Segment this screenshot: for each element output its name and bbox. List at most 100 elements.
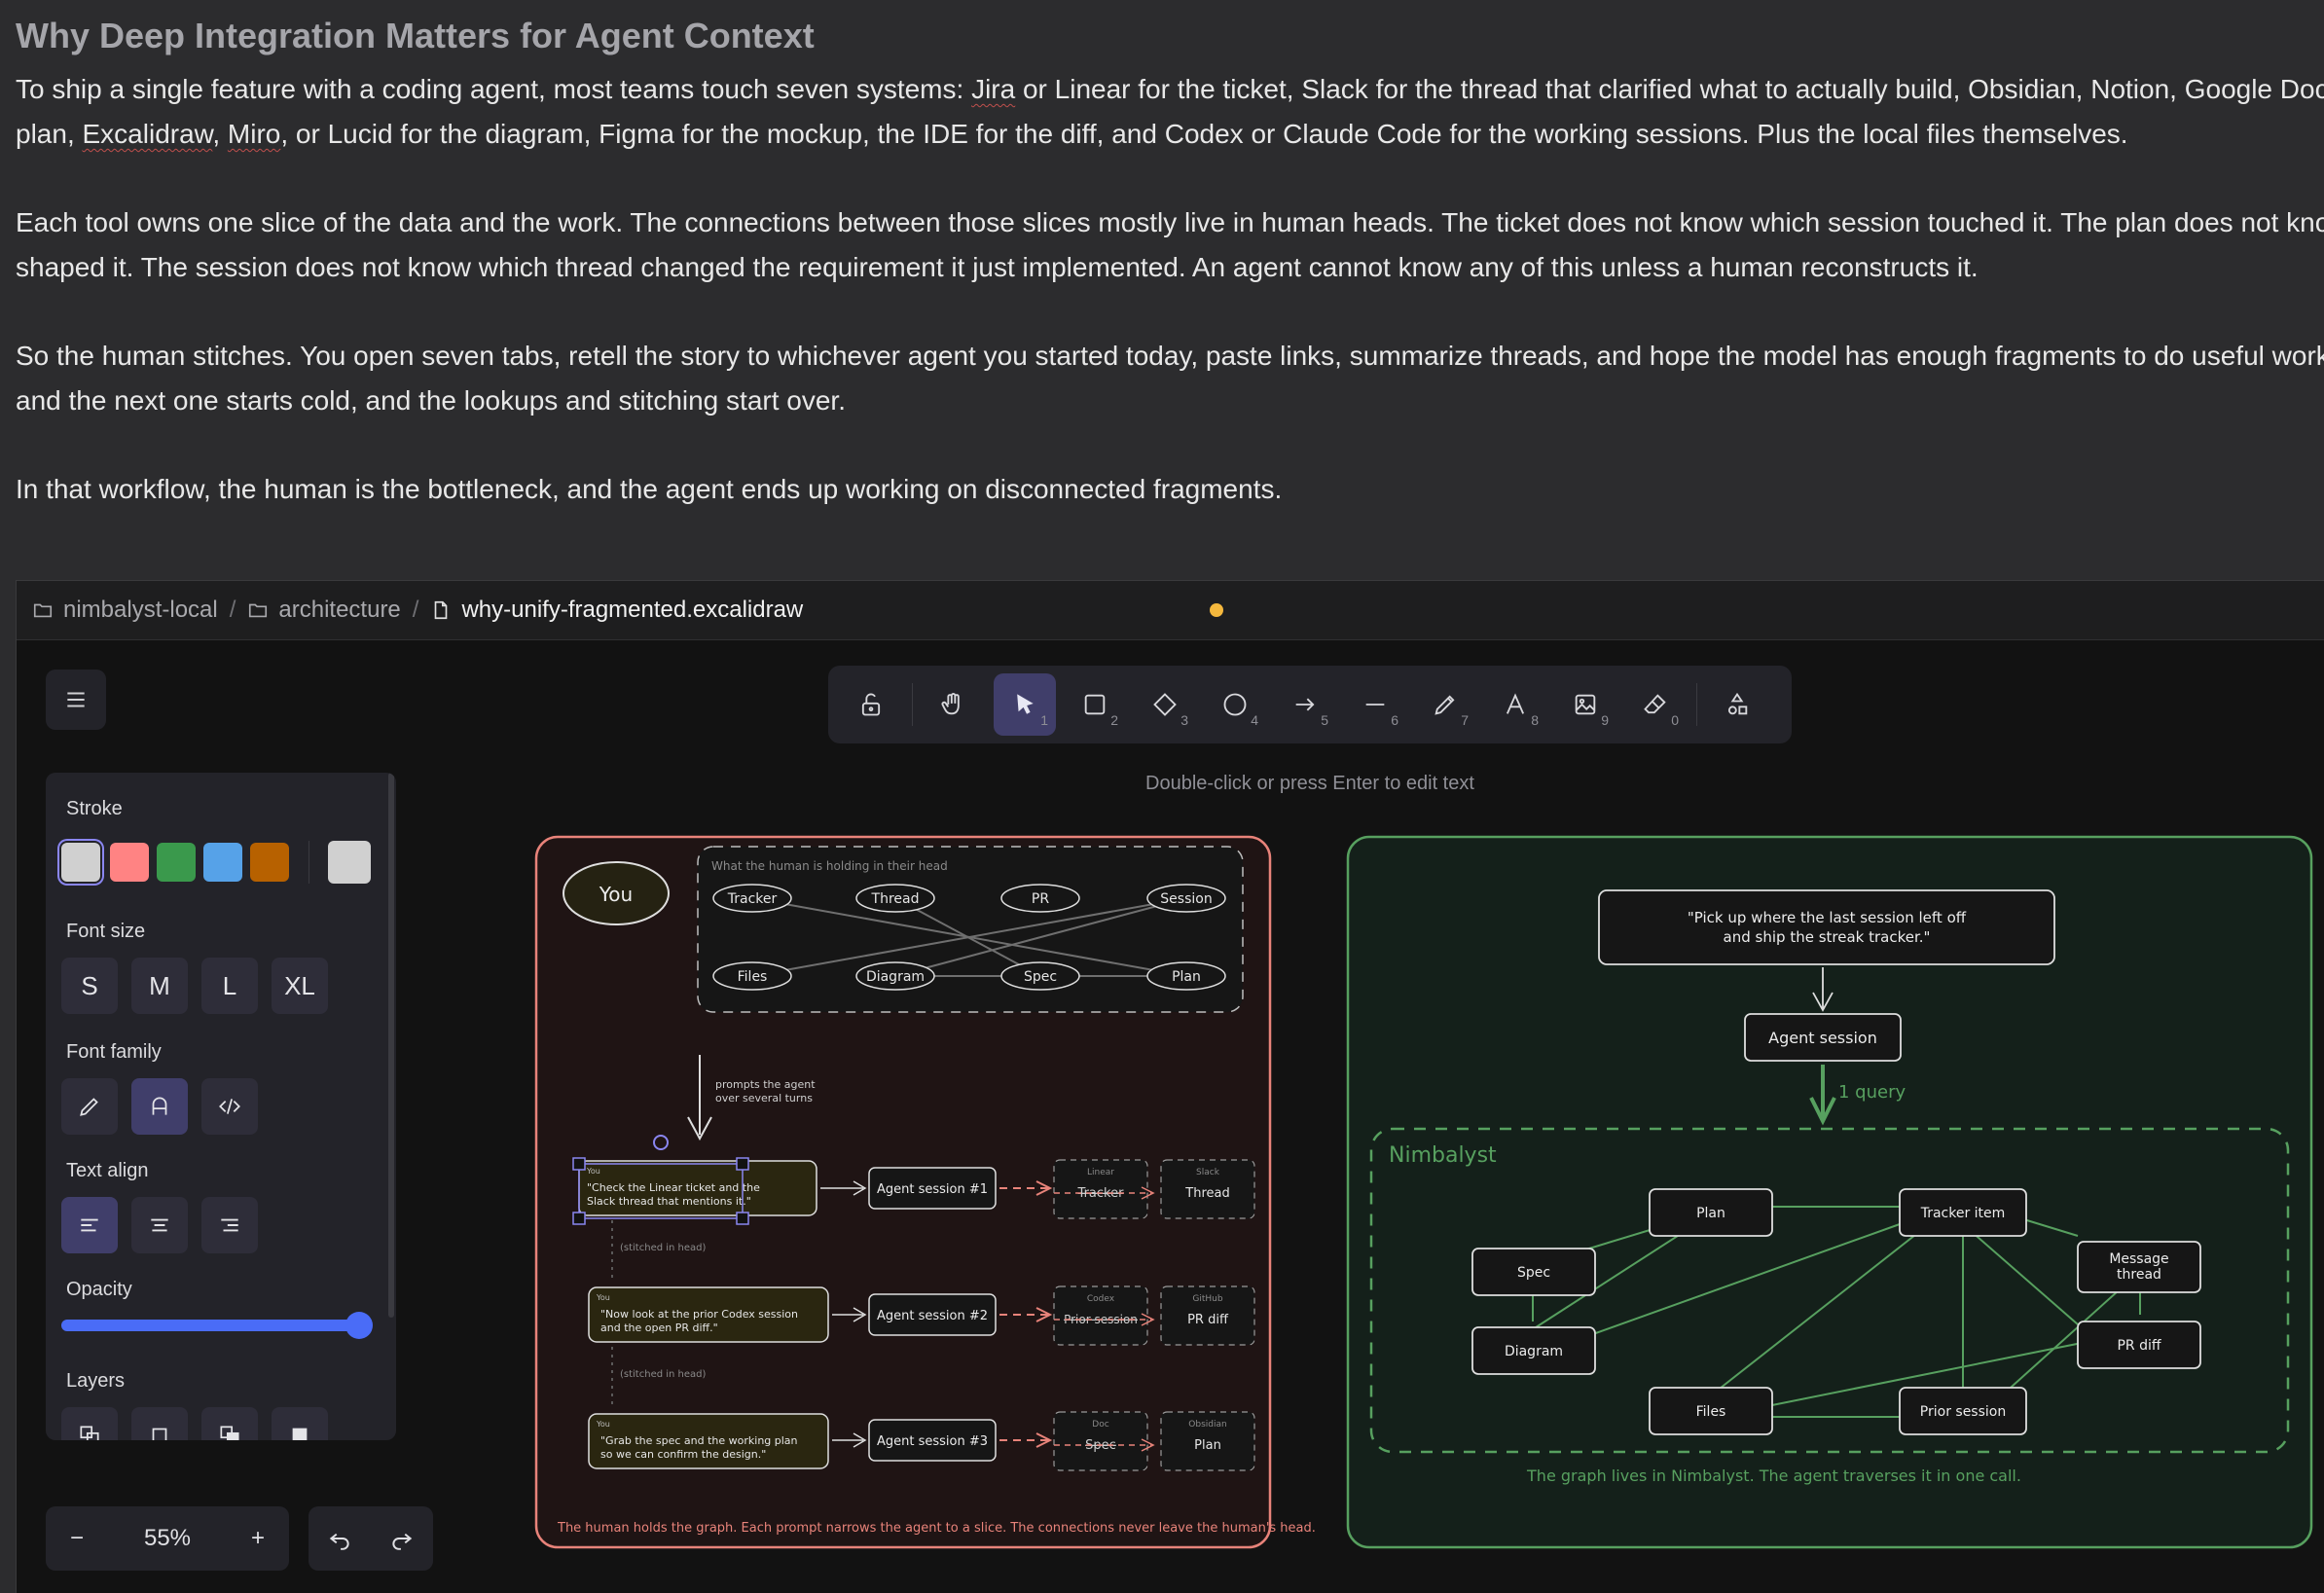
undo-icon: [329, 1533, 349, 1550]
head-node-label: Tracker: [727, 891, 778, 907]
font-size-large[interactable]: L: [201, 958, 258, 1014]
align-left-icon: [81, 1218, 98, 1232]
svg-text:Plan: Plan: [1194, 1438, 1221, 1453]
tool-draw[interactable]: 7: [1414, 673, 1476, 736]
shapes-icon: [1727, 692, 1748, 715]
opacity-slider-thumb[interactable]: [345, 1312, 373, 1339]
text-align-right[interactable]: [201, 1197, 258, 1253]
font-family-normal[interactable]: [131, 1078, 188, 1135]
folder-icon: [33, 603, 53, 618]
svg-text:Linear: Linear: [1087, 1168, 1114, 1177]
tool-line[interactable]: 6: [1344, 673, 1406, 736]
tool-image[interactable]: 9: [1554, 673, 1616, 736]
head-node-label: Thread: [871, 891, 920, 907]
bring-forward-button[interactable]: [201, 1407, 258, 1440]
stroke-swatch-red[interactable]: [110, 843, 149, 882]
font-family-code[interactable]: [201, 1078, 258, 1135]
svg-text:Slack thread that mentions it.: Slack thread that mentions it.": [587, 1195, 751, 1208]
svg-text:PR diff: PR diff: [1187, 1313, 1229, 1327]
svg-text:Doc: Doc: [1092, 1420, 1108, 1430]
drawing-canvas[interactable]: You What the human is holding in their h…: [17, 640, 2324, 1593]
font-size-xl[interactable]: XL: [272, 958, 328, 1014]
zoom-reset-button[interactable]: 55%: [108, 1506, 227, 1571]
document-body: Why Deep Integration Matters for Agent C…: [0, 0, 2324, 579]
main-menu-button[interactable]: [46, 670, 106, 730]
head-node-label: Plan: [1172, 969, 1201, 985]
tool-eraser[interactable]: 0: [1624, 673, 1687, 736]
stroke-swatch-green[interactable]: [157, 843, 196, 882]
right-caption: The graph lives in Nimbalyst. The agent …: [1526, 1466, 2021, 1485]
svg-text:Obsidian: Obsidian: [1188, 1420, 1226, 1430]
font-family-label: Font family: [66, 1041, 162, 1063]
agent-session-label: Agent session: [1768, 1029, 1877, 1047]
svg-text:Plan: Plan: [1696, 1206, 1725, 1221]
svg-text:PR diff: PR diff: [2117, 1338, 2161, 1354]
circle-icon: [1223, 693, 1247, 716]
font-size-label: Font size: [66, 921, 146, 942]
head-node-label: Files: [738, 969, 768, 985]
fragmented-panel: You What the human is holding in their h…: [534, 835, 1316, 1549]
opacity-label: Opacity: [66, 1279, 132, 1300]
opacity-slider[interactable]: [61, 1320, 365, 1331]
properties-panel: Stroke Font size S M L XL Font family Te…: [46, 773, 396, 1440]
font-size-medium[interactable]: M: [131, 958, 188, 1014]
svg-text:and the open PR diff.": and the open PR diff.": [600, 1321, 718, 1334]
request-quote: "Pick up where the last session left off: [1688, 909, 1967, 926]
stroke-swatch-orange[interactable]: [250, 843, 289, 882]
you-label: You: [599, 883, 633, 906]
paragraph-line: So the human stitches. You open seven ta…: [16, 341, 2324, 371]
nimbalyst-panel: "Pick up where the last session left off…: [1346, 835, 2313, 1549]
text-align-label: Text align: [66, 1160, 149, 1181]
text-align-center[interactable]: [131, 1197, 188, 1253]
bring-to-front-icon: [292, 1428, 308, 1440]
stroke-swatch-light-gray[interactable]: [61, 843, 100, 882]
tool-rectangle[interactable]: 2: [1064, 673, 1126, 736]
svg-text:GitHub: GitHub: [1192, 1294, 1222, 1304]
svg-text:Slack: Slack: [1196, 1168, 1220, 1177]
rectangle-icon: [1084, 694, 1106, 715]
tool-lock[interactable]: [840, 673, 902, 736]
tool-arrow[interactable]: 5: [1274, 673, 1336, 736]
stroke-current-color[interactable]: [328, 841, 371, 884]
undo-button[interactable]: [309, 1506, 371, 1571]
request-quote: and ship the streak tracker.": [1724, 928, 1931, 946]
breadcrumb-workspace[interactable]: nimbalyst-local: [32, 597, 218, 624]
svg-text:You: You: [596, 1420, 610, 1429]
breadcrumb-folder[interactable]: architecture: [247, 597, 401, 624]
font-size-small[interactable]: S: [61, 958, 118, 1014]
send-backward-button[interactable]: [131, 1407, 188, 1440]
tool-hand[interactable]: [922, 673, 984, 736]
stroke-swatch-blue[interactable]: [203, 843, 242, 882]
svg-text:"Check the Linear ticket and t: "Check the Linear ticket and the: [587, 1181, 760, 1194]
svg-text:Agent session #1: Agent session #1: [877, 1182, 988, 1197]
layers-label: Layers: [66, 1370, 126, 1392]
font-family-hand-drawn[interactable]: [61, 1078, 118, 1135]
zoom-in-button[interactable]: +: [227, 1506, 289, 1571]
bring-to-front-button[interactable]: [272, 1407, 328, 1440]
left-caption: The human holds the graph. Each prompt n…: [557, 1521, 1316, 1536]
tool-ellipse[interactable]: 4: [1204, 673, 1266, 736]
zoom-out-button[interactable]: −: [46, 1506, 108, 1571]
send-to-back-button[interactable]: [61, 1407, 118, 1440]
svg-text:Thread: Thread: [1184, 1186, 1229, 1201]
head-node-label: Spec: [1024, 969, 1057, 985]
svg-text:Diagram: Diagram: [1505, 1344, 1563, 1359]
svg-text:Codex: Codex: [1087, 1294, 1115, 1304]
excalidraw-editor: nimbalyst-local / architecture / why-uni…: [16, 580, 2324, 1593]
svg-text:You: You: [586, 1167, 600, 1176]
properties-scrollbar[interactable]: [388, 773, 394, 1318]
tool-text[interactable]: 8: [1484, 673, 1546, 736]
code-icon: [219, 1099, 240, 1114]
tool-diamond[interactable]: 3: [1134, 673, 1196, 736]
head-node-label: PR: [1032, 891, 1049, 907]
stitched-note: (stitched in head): [620, 1243, 707, 1253]
tool-more-shapes[interactable]: [1706, 673, 1768, 736]
text-align-left[interactable]: [61, 1197, 118, 1253]
redo-button[interactable]: [371, 1506, 433, 1571]
svg-text:thread: thread: [2117, 1267, 2161, 1283]
tool-selection[interactable]: 1: [994, 673, 1056, 736]
svg-text:Agent session #2: Agent session #2: [877, 1309, 988, 1323]
breadcrumb-file[interactable]: why-unify-fragmented.excalidraw: [430, 597, 803, 624]
pencil-icon: [80, 1098, 98, 1116]
prompts-note: over several turns: [715, 1092, 813, 1104]
